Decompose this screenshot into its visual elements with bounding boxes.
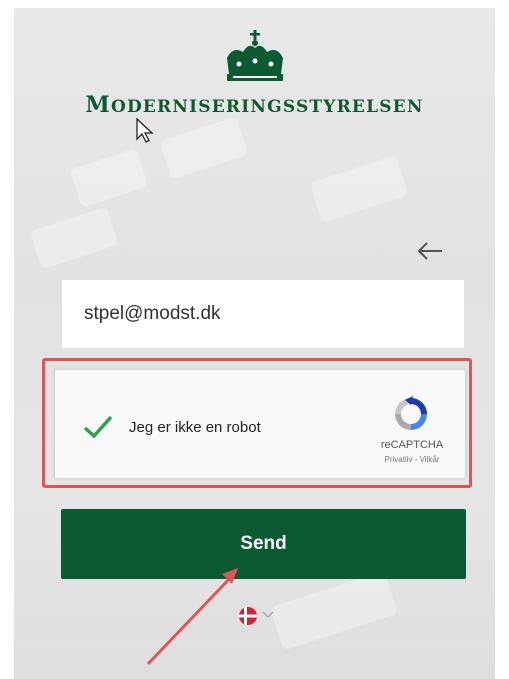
recaptcha-links[interactable]: Privatliv - Vilkår bbox=[369, 455, 455, 464]
back-arrow-icon[interactable] bbox=[415, 239, 445, 263]
checkmark-icon[interactable] bbox=[83, 414, 113, 440]
recaptcha-label: Jeg er ikke en robot bbox=[129, 419, 261, 436]
login-panel: MODERNISERINGSSTYRELSEN Jeg er ikke en r… bbox=[14, 8, 495, 679]
recaptcha-brand: reCAPTCHA bbox=[380, 439, 444, 451]
brand-initial: M bbox=[85, 92, 111, 118]
brand-rest: ODERNISERINGSSTYRELSEN bbox=[110, 97, 424, 117]
background-decoration bbox=[69, 148, 149, 208]
recaptcha-logo-icon bbox=[395, 396, 427, 430]
cursor-icon bbox=[136, 118, 154, 143]
brand-wordmark: MODERNISERINGSSTYRELSEN bbox=[14, 92, 495, 118]
background-decoration bbox=[29, 206, 119, 270]
background-decoration bbox=[269, 570, 399, 651]
recaptcha-widget: Jeg er ikke en robot reCAPTCHA Privatliv… bbox=[54, 369, 466, 479]
crown-icon bbox=[226, 30, 283, 81]
chevron-down-icon bbox=[262, 611, 274, 619]
background-decoration bbox=[309, 155, 409, 223]
logo bbox=[14, 28, 495, 88]
email-field[interactable] bbox=[62, 280, 464, 348]
background-decoration bbox=[159, 116, 249, 180]
send-button[interactable]: Send bbox=[61, 509, 466, 579]
denmark-flag-icon bbox=[239, 607, 257, 625]
